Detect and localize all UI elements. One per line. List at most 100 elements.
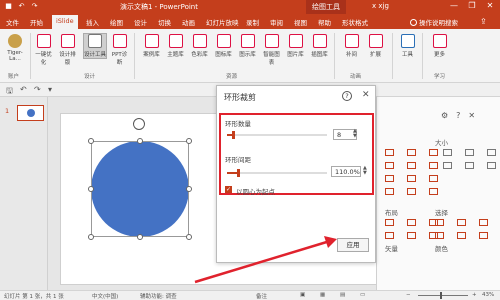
tab-slideshow[interactable]: 幻灯片放映	[206, 17, 239, 27]
settings-icon[interactable]: ⚙	[441, 111, 448, 120]
ring-spacing-input[interactable]: 110.0%	[331, 166, 361, 177]
zoom-handle[interactable]	[440, 292, 442, 299]
tab-animations[interactable]: 动画	[182, 17, 195, 27]
apply-button[interactable]: 应用	[337, 238, 369, 252]
case-library-button[interactable]: 案例库	[142, 34, 161, 58]
center-start-checkbox[interactable]: ✓	[225, 186, 232, 193]
icon-library-button[interactable]: 图标库	[214, 34, 233, 58]
reading-view-icon[interactable]: ▤	[340, 292, 345, 298]
toolbox-button[interactable]: 工具	[398, 34, 417, 58]
align-icon[interactable]	[385, 162, 394, 169]
help-icon[interactable]: ?	[342, 91, 352, 101]
design-tools-button[interactable]: 设计工具	[83, 33, 107, 59]
close-button[interactable]: ✕	[484, 1, 496, 10]
minimize-button[interactable]: —	[448, 1, 460, 10]
align-icon[interactable]	[407, 149, 416, 156]
resize-handle[interactable]	[137, 138, 143, 144]
align-icon[interactable]	[385, 149, 394, 156]
align-icon[interactable]	[407, 188, 416, 195]
align-icon[interactable]	[385, 175, 394, 182]
resize-handle[interactable]	[186, 186, 192, 192]
undo-icon[interactable]: ↶	[20, 85, 27, 94]
resize-handle[interactable]	[88, 138, 94, 144]
zoom-in-icon[interactable]: +	[472, 292, 477, 298]
resize-handle[interactable]	[186, 234, 192, 240]
align-icon[interactable]	[429, 175, 438, 182]
color-library-button[interactable]: 色彩库	[190, 34, 209, 58]
ring-count-slider[interactable]	[227, 131, 327, 139]
layout-icon[interactable]	[407, 232, 416, 239]
tab-file[interactable]: 文件	[6, 17, 19, 27]
tab-record[interactable]: 录制	[246, 17, 259, 27]
zoom-level[interactable]: 43%	[482, 292, 494, 298]
size-icon[interactable]	[465, 162, 474, 169]
select-icon[interactable]	[457, 232, 466, 239]
slide-thumbnail[interactable]	[17, 105, 44, 121]
size-icon[interactable]	[487, 149, 496, 156]
resize-handle[interactable]	[88, 234, 94, 240]
align-icon[interactable]	[407, 175, 416, 182]
tab-draw[interactable]: 绘图	[110, 17, 123, 27]
size-icon[interactable]	[443, 149, 452, 156]
normal-view-icon[interactable]: ▣	[300, 292, 305, 298]
restore-button[interactable]: ❐	[466, 1, 478, 10]
save-icon[interactable]: ■	[4, 2, 13, 11]
slider-handle[interactable]	[237, 169, 240, 177]
resize-handle[interactable]	[137, 234, 143, 240]
layout-button[interactable]: 设计排版	[58, 34, 77, 66]
tab-view[interactable]: 视图	[294, 17, 307, 27]
diagram-library-button[interactable]: 图示库	[238, 34, 257, 58]
illustration-library-button[interactable]: 插图库	[310, 34, 329, 58]
resize-handle[interactable]	[88, 186, 94, 192]
tab-help[interactable]: 帮助	[318, 17, 331, 27]
spinner-icon[interactable]: ▲ ▼	[353, 129, 357, 139]
layout-icon[interactable]	[385, 219, 394, 226]
select-icon[interactable]	[479, 232, 488, 239]
customize-icon[interactable]: ▾	[48, 85, 52, 94]
close-icon[interactable]: ✕	[468, 111, 475, 120]
tab-design[interactable]: 设计	[134, 17, 147, 27]
tab-islide[interactable]: iSlide	[52, 15, 78, 29]
ppt-diagnose-button[interactable]: PPT诊断	[110, 34, 129, 66]
tween-button[interactable]: 补间	[342, 34, 361, 58]
notes-button[interactable]: 备注	[256, 292, 267, 300]
undo-icon[interactable]: ↶	[17, 2, 26, 11]
align-icon[interactable]	[429, 162, 438, 169]
search-box[interactable]: 操作说明搜索	[410, 17, 458, 27]
align-icon[interactable]	[429, 188, 438, 195]
help-icon[interactable]: ?	[456, 111, 460, 120]
layout-icon[interactable]	[407, 219, 416, 226]
picture-library-button[interactable]: 图片库	[286, 34, 305, 58]
theme-library-button[interactable]: 主题库	[166, 34, 185, 58]
share-icon[interactable]: ⇪	[480, 17, 487, 26]
extend-button[interactable]: 扩展	[366, 34, 385, 58]
tab-shape-format[interactable]: 形状格式	[342, 17, 368, 27]
select-icon[interactable]	[457, 219, 466, 226]
accessibility-status[interactable]: 辅助功能: 调查	[140, 292, 177, 300]
redo-icon[interactable]: ↷	[34, 85, 41, 94]
align-icon[interactable]	[429, 149, 438, 156]
user-name[interactable]: x xjg	[372, 2, 389, 10]
more-button[interactable]: 更多	[430, 34, 449, 58]
rotate-handle-icon[interactable]	[133, 118, 145, 130]
tab-insert[interactable]: 插入	[86, 17, 99, 27]
sorter-view-icon[interactable]: ▦	[320, 292, 325, 298]
zoom-slider[interactable]	[418, 292, 468, 299]
resize-handle[interactable]	[186, 138, 192, 144]
align-icon[interactable]	[407, 162, 416, 169]
smart-chart-button[interactable]: 智能图表	[262, 34, 281, 66]
layout-icon[interactable]	[385, 232, 394, 239]
tab-review[interactable]: 审阅	[270, 17, 283, 27]
size-icon[interactable]	[487, 162, 496, 169]
select-icon[interactable]	[479, 219, 488, 226]
align-icon[interactable]	[385, 188, 394, 195]
ring-spacing-slider[interactable]	[227, 169, 327, 177]
zoom-out-icon[interactable]: −	[406, 292, 411, 298]
select-icon[interactable]	[435, 219, 444, 226]
onekey-optimize-button[interactable]: 一键优化	[34, 34, 53, 66]
slider-handle[interactable]	[232, 131, 235, 139]
spinner-icon[interactable]: ▲ ▼	[363, 166, 367, 176]
redo-icon[interactable]: ↷	[30, 2, 39, 11]
account-button[interactable]: Tiger-La...	[4, 34, 26, 62]
tab-home[interactable]: 开始	[30, 17, 43, 27]
